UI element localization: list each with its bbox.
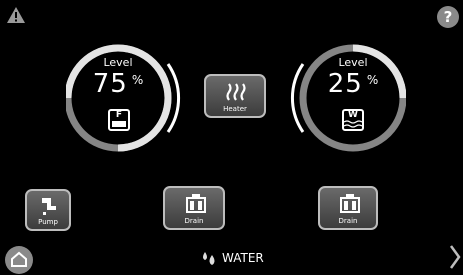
- pump-button[interactable]: Pump: [25, 189, 71, 231]
- waste-tank-icon: W: [342, 109, 364, 131]
- help-button[interactable]: ?: [437, 6, 459, 28]
- fresh-tank-icon: F: [108, 109, 130, 131]
- drain-fresh-label: Drain: [184, 217, 204, 225]
- waste-tank-letter: W: [348, 110, 358, 120]
- fresh-level-label: Level: [103, 56, 133, 69]
- waste-tank-waves-icon: [344, 120, 362, 128]
- fresh-level-value: 75: [92, 69, 128, 99]
- waste-level-value: 25: [327, 69, 363, 99]
- drain-tank-icon: [340, 194, 360, 213]
- section-title: WATER: [200, 249, 264, 267]
- fresh-tank-letter: F: [115, 110, 123, 120]
- section-title-label: WATER: [222, 251, 264, 265]
- chevron-right-icon[interactable]: [449, 244, 461, 270]
- heater-button[interactable]: Heater: [204, 74, 266, 118]
- drain-tank-icon: [186, 194, 206, 213]
- heat-waves-icon: [226, 83, 246, 101]
- water-drops-icon: [203, 252, 215, 265]
- drain-fresh-button[interactable]: Drain: [163, 186, 225, 230]
- pump-label: Pump: [38, 218, 58, 226]
- waste-level-unit: %: [366, 73, 379, 87]
- fresh-level-unit: %: [131, 73, 144, 87]
- drain-waste-label: Drain: [338, 217, 358, 225]
- warning-triangle-icon[interactable]: [6, 6, 26, 24]
- home-icon: [11, 251, 27, 267]
- heater-label: Heater: [223, 105, 247, 113]
- help-label: ?: [443, 8, 453, 26]
- home-button[interactable]: [5, 246, 33, 274]
- drain-waste-button[interactable]: Drain: [318, 186, 378, 230]
- waste-level-label: Level: [338, 56, 368, 69]
- faucet-icon: [42, 198, 56, 215]
